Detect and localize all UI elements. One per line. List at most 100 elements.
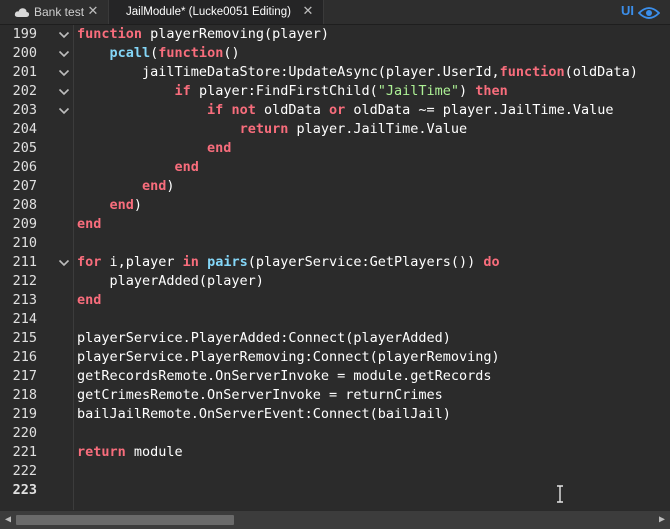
code-line[interactable]: bailJailRemote.OnServerEvent:Connect(bai… bbox=[77, 405, 451, 424]
code-token: getRecordsRemote.OnServerInvoke = module… bbox=[77, 368, 492, 384]
close-icon[interactable]: ✕ bbox=[86, 4, 100, 18]
line-number: 207 bbox=[12, 178, 37, 194]
tab-label: JailModule* (Lucke0051 Editing) bbox=[126, 6, 291, 18]
code-token: player.JailTime.Value bbox=[288, 121, 468, 137]
code-line[interactable]: return module bbox=[77, 443, 183, 462]
line-number: 199 bbox=[12, 26, 37, 42]
line-number: 211 bbox=[12, 254, 37, 270]
code-token: end bbox=[207, 140, 232, 156]
line-number: 218 bbox=[12, 387, 37, 403]
code-line[interactable]: playerService.PlayerRemoving:Connect(pla… bbox=[77, 348, 500, 367]
line-number: 222 bbox=[12, 463, 37, 479]
code-token: (playerService:GetPlayers()) bbox=[247, 254, 484, 270]
code-token: function bbox=[158, 45, 224, 61]
fold-chevron-icon[interactable] bbox=[58, 88, 70, 96]
fold-chevron-icon[interactable] bbox=[58, 69, 70, 77]
line-number: 200 bbox=[12, 45, 37, 61]
code-token: getCrimesRemote.OnServerInvoke = returnC… bbox=[77, 387, 443, 403]
scrollbar-thumb[interactable] bbox=[16, 515, 234, 525]
code-line[interactable]: end bbox=[77, 291, 101, 310]
line-number: 206 bbox=[12, 159, 37, 175]
code-token: return bbox=[239, 121, 289, 137]
line-number: 201 bbox=[12, 64, 37, 80]
line-number: 209 bbox=[12, 216, 37, 232]
code-token: playerRemoving(player) bbox=[142, 26, 329, 42]
code-token: if bbox=[207, 102, 224, 118]
line-number: 217 bbox=[12, 368, 37, 384]
script-editor-window: Bank test ✕ JailModule* (Lucke0051 Editi… bbox=[0, 0, 670, 529]
eye-icon[interactable] bbox=[637, 5, 661, 19]
scroll-right-icon[interactable]: ▶ bbox=[656, 514, 668, 526]
code-line[interactable]: function playerRemoving(player) bbox=[77, 25, 329, 44]
code-token: for bbox=[77, 254, 102, 270]
fold-chevron-icon[interactable] bbox=[58, 31, 70, 39]
tab-bank-test[interactable]: Bank test ✕ bbox=[0, 0, 108, 24]
line-number: 223 bbox=[12, 482, 37, 498]
code-line[interactable]: jailTimeDataStore:UpdateAsync(player.Use… bbox=[77, 63, 638, 82]
code-token: return bbox=[77, 444, 126, 460]
code-line[interactable]: getRecordsRemote.OnServerInvoke = module… bbox=[77, 367, 492, 386]
line-number: 221 bbox=[12, 444, 37, 460]
code-token: pcall bbox=[109, 45, 151, 61]
line-number-gutter: 199 200 201 202 203 204 205 206 207 208 209 210 211 2… bbox=[0, 25, 74, 510]
code-token: if bbox=[174, 83, 191, 99]
code-token: end bbox=[109, 197, 134, 213]
code-token: playerAdded(player) bbox=[77, 273, 264, 289]
ui-toggle-button[interactable]: UI bbox=[621, 3, 634, 18]
code-token: player:FindFirstChild( bbox=[190, 83, 378, 99]
line-number: 210 bbox=[12, 235, 37, 251]
line-number: 212 bbox=[12, 273, 37, 289]
code-token: () bbox=[223, 45, 240, 61]
code-line[interactable]: if not oldData or oldData ~= player.Jail… bbox=[77, 101, 613, 120]
code-token: ) bbox=[166, 178, 175, 194]
code-line[interactable]: if player:FindFirstChild("JailTime") the… bbox=[77, 82, 508, 101]
fold-chevron-icon[interactable] bbox=[58, 259, 70, 267]
fold-chevron-icon[interactable] bbox=[58, 50, 70, 58]
code-line[interactable]: end bbox=[77, 139, 231, 158]
code-line[interactable]: end) bbox=[77, 196, 143, 215]
code-line[interactable]: playerService.PlayerAdded:Connect(player… bbox=[77, 329, 451, 348]
code-line[interactable]: return player.JailTime.Value bbox=[77, 120, 468, 139]
close-icon[interactable]: ✕ bbox=[301, 4, 315, 18]
code-line[interactable]: pcall(function() bbox=[77, 44, 240, 63]
line-number: 214 bbox=[12, 311, 37, 327]
code-line[interactable]: end) bbox=[77, 177, 175, 196]
code-line[interactable]: playerAdded(player) bbox=[77, 272, 264, 291]
fold-chevron-icon[interactable] bbox=[58, 107, 70, 115]
code-token: do bbox=[483, 254, 500, 270]
code-token: i,player bbox=[101, 254, 183, 270]
code-token: pairs bbox=[207, 254, 248, 270]
scroll-left-icon[interactable]: ◀ bbox=[2, 514, 14, 526]
line-number: 216 bbox=[12, 349, 37, 365]
code-token: oldData bbox=[255, 102, 329, 118]
code-token: playerService.PlayerRemoving:Connect(pla… bbox=[77, 349, 500, 365]
line-number: 203 bbox=[12, 102, 37, 118]
code-line[interactable]: for i,player in pairs(playerService:GetP… bbox=[77, 253, 500, 272]
code-token: in bbox=[182, 254, 199, 270]
text-cursor-icon bbox=[557, 485, 563, 503]
code-line[interactable]: end bbox=[77, 158, 199, 177]
code-line[interactable]: end bbox=[77, 215, 101, 234]
tab-jail-module[interactable]: JailModule* (Lucke0051 Editing) ✕ bbox=[108, 0, 324, 24]
code-token: playerService.PlayerAdded:Connect(player… bbox=[77, 330, 451, 346]
code-token: function bbox=[499, 64, 565, 80]
line-number: 215 bbox=[12, 330, 37, 346]
code-area[interactable]: function playerRemoving(player) pcall(fu… bbox=[77, 25, 670, 510]
code-line[interactable]: getCrimesRemote.OnServerInvoke = returnC… bbox=[77, 386, 443, 405]
code-token: "JailTime" bbox=[377, 83, 460, 99]
code-token: or bbox=[329, 102, 346, 118]
code-token: function bbox=[77, 26, 143, 42]
code-token: not bbox=[231, 102, 256, 118]
code-editor[interactable]: 199 200 201 202 203 204 205 206 207 208 209 210 211 2… bbox=[0, 25, 670, 510]
horizontal-scrollbar[interactable]: ◀ ▶ bbox=[0, 510, 670, 529]
code-token: end bbox=[77, 216, 102, 232]
